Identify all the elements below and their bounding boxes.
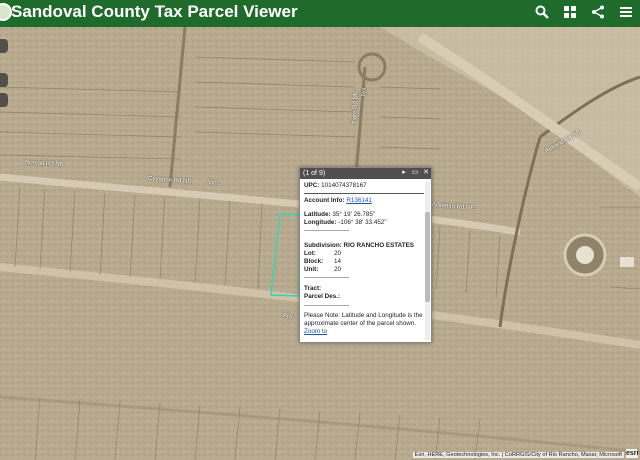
- subdivision-label: Subdivision:: [304, 241, 342, 249]
- app-header: Sandoval County Tax Parcel Viewer: [0, 0, 640, 27]
- dash-divider: ------------------------------: [304, 275, 349, 282]
- coordinate-note: Please Note: Latitude and Longitude is t…: [304, 312, 423, 327]
- parcel-des-label: Parcel Des.:: [304, 292, 341, 300]
- next-feature-icon[interactable]: ▸: [401, 169, 407, 176]
- street-label: Tex: [361, 87, 368, 98]
- share-icon[interactable]: [590, 4, 606, 20]
- unit-value: 20: [334, 265, 342, 273]
- app-title: Sandoval County Tax Parcel Viewer: [11, 2, 298, 21]
- tract-label: Tract:: [304, 284, 322, 292]
- dash-divider: ------------------------------: [304, 228, 349, 235]
- esri-logo: esri: [626, 449, 639, 458]
- upc-value: 1014074378167: [321, 182, 367, 189]
- block-label: Block:: [304, 257, 324, 265]
- latitude-value: 35° 19' 26.785": [332, 210, 376, 218]
- search-icon[interactable]: [534, 4, 550, 20]
- home-button[interactable]: [0, 93, 8, 107]
- longitude-label: Longitude:: [304, 218, 337, 226]
- street-label: Vinc: [207, 180, 220, 187]
- popup-counter: (1 of 9): [303, 170, 326, 177]
- unit-label: Unit:: [304, 265, 319, 273]
- dash-divider: ------------------------------: [304, 302, 349, 309]
- close-icon[interactable]: ✕: [423, 169, 429, 176]
- divider: [304, 192, 424, 194]
- account-link[interactable]: R136141: [346, 197, 372, 204]
- longitude-value: -106° 38' 33.452": [338, 218, 387, 226]
- header-toolbar: [534, 4, 634, 20]
- popup-content: UPC: 1014074378167 Account Info: R136141…: [304, 182, 424, 340]
- lot-value: 20: [334, 249, 342, 257]
- maximize-icon[interactable]: ▭: [412, 169, 419, 176]
- parcel-popup: (1 of 9) ▸ ▭ ✕ UPC: 1014074378167 Accoun…: [299, 167, 432, 343]
- block-value: 14: [334, 257, 342, 265]
- popup-scrollbar[interactable]: [425, 182, 430, 340]
- upc-label: UPC:: [304, 182, 320, 189]
- map-attribution: Esri, HERE, Geotechnologies, Inc. | CoRR…: [412, 452, 624, 458]
- lot-label: Lot:: [304, 249, 316, 257]
- latitude-label: Latitude:: [304, 210, 331, 218]
- zoom-in-button[interactable]: [0, 39, 8, 53]
- subdivision-value: RIO RANCHO ESTATES: [343, 241, 414, 249]
- menu-icon[interactable]: [618, 4, 634, 20]
- zoom-out-button[interactable]: [0, 73, 8, 87]
- popup-header: (1 of 9) ▸ ▭ ✕: [300, 168, 431, 179]
- apps-grid-icon[interactable]: [562, 4, 578, 20]
- street-label: Tigre Rd NE: [352, 91, 360, 125]
- zoom-to-link[interactable]: Zoom to: [304, 328, 424, 336]
- account-label: Account Info:: [304, 196, 345, 204]
